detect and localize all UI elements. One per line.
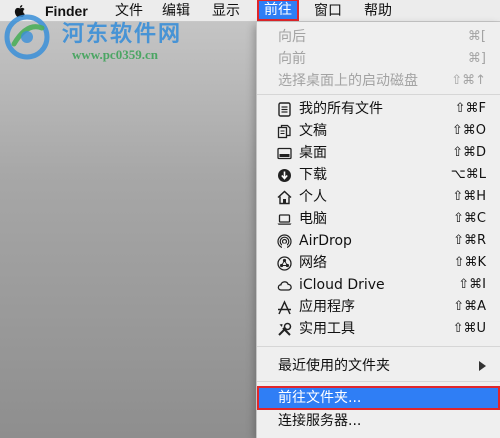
menu-item-shortcut: ⇧⌘O [451, 123, 486, 138]
menu-item-shortcut: ⇧⌘↑ [451, 73, 486, 88]
menu-item-back: 向后 ⌘[ [257, 26, 500, 48]
menu-item-label: iCloud Drive [299, 277, 385, 293]
menu-item-shortcut: ⇧⌘R [453, 233, 486, 248]
menu-item-documents[interactable]: 文稿 ⇧⌘O [257, 120, 500, 142]
watermark-logo-icon [4, 14, 50, 60]
menu-item-shortcut: ⇧⌘H [452, 189, 486, 204]
menu-item-recent-folders[interactable]: 最近使用的文件夹 [257, 355, 500, 377]
menu-item-label: 连接服务器... [278, 413, 362, 429]
menu-item-label: 个人 [299, 189, 327, 205]
menu-separator [257, 346, 500, 347]
menu-item-label: 向后 [278, 29, 306, 45]
menu-item-shortcut: ⌘] [467, 51, 486, 66]
menu-item-home[interactable]: 个人 ⇧⌘H [257, 186, 500, 208]
menu-separator [257, 381, 500, 382]
menu-item-shortcut: ⇧⌘C [453, 211, 486, 226]
menu-item-label: 向前 [278, 51, 306, 67]
menu-item-label: 最近使用的文件夹 [278, 358, 390, 374]
menu-item-label: 下载 [299, 167, 327, 183]
menu-item-shortcut: ⇧⌘U [452, 321, 486, 336]
menu-item-label: AirDrop [299, 233, 352, 249]
icloud-icon [277, 281, 292, 291]
watermark-url: www.pc0359.cn [72, 47, 158, 62]
menu-item-all-my-files[interactable]: 我的所有文件 ⇧⌘F [257, 98, 500, 120]
home-icon [277, 190, 292, 205]
menu-window[interactable]: 窗口 [314, 0, 342, 22]
watermark-title: 河东软件网 [62, 21, 183, 47]
documents-icon [277, 124, 291, 139]
airdrop-icon [277, 234, 292, 249]
menu-item-shortcut: ⇧⌘K [453, 255, 486, 270]
go-menu-dropdown: 向后 ⌘[ 向前 ⌘] 选择桌面上的启动磁盘 ⇧⌘↑ 我的所有文件 ⇧⌘F 文稿… [256, 22, 500, 438]
menu-item-shortcut: ⇧⌘F [454, 101, 486, 116]
menu-item-shortcut: ⇧⌘A [453, 299, 486, 314]
menu-item-label: 网络 [299, 255, 327, 271]
menu-item-label: 我的所有文件 [299, 101, 383, 117]
menu-help[interactable]: 帮助 [364, 0, 392, 22]
menu-item-downloads[interactable]: 下载 ⌥⌘L [257, 164, 500, 186]
menu-item-label: 电脑 [299, 211, 327, 227]
menu-item-airdrop[interactable]: AirDrop ⇧⌘R [257, 230, 500, 252]
menu-item-label: 实用工具 [299, 321, 355, 337]
menu-item-applications[interactable]: 应用程序 ⇧⌘A [257, 296, 500, 318]
submenu-arrow-icon [479, 361, 486, 371]
menu-item-network[interactable]: 网络 ⇧⌘K [257, 252, 500, 274]
menu-item-icloud-drive[interactable]: iCloud Drive ⇧⌘I [257, 274, 500, 296]
menu-item-shortcut: ⇧⌘D [452, 145, 486, 160]
utilities-icon [278, 322, 292, 336]
menu-item-startup-disk: 选择桌面上的启动磁盘 ⇧⌘↑ [257, 70, 500, 92]
downloads-icon [278, 169, 291, 182]
all-files-icon [278, 102, 291, 117]
menu-go[interactable]: 前往 [257, 0, 299, 21]
menu-item-computer[interactable]: 电脑 ⇧⌘C [257, 208, 500, 230]
menu-item-desktop[interactable]: 桌面 ⇧⌘D [257, 142, 500, 164]
menu-item-utilities[interactable]: 实用工具 ⇧⌘U [257, 318, 500, 340]
menu-separator [257, 94, 500, 95]
network-icon [277, 256, 292, 271]
menu-item-shortcut: ⌘[ [467, 29, 486, 44]
computer-icon [277, 214, 292, 225]
menu-item-label: 应用程序 [299, 299, 355, 315]
desktop-icon [277, 147, 292, 160]
menu-view[interactable]: 显示 [212, 0, 240, 22]
menu-item-label: 选择桌面上的启动磁盘 [278, 73, 418, 89]
menu-item-shortcut: ⌥⌘L [450, 167, 486, 182]
applications-icon [278, 300, 291, 315]
menu-item-connect-server[interactable]: 连接服务器... [257, 410, 500, 432]
menu-item-go-to-folder[interactable]: 前往文件夹... [257, 386, 500, 410]
menu-item-label: 桌面 [299, 145, 327, 161]
menu-item-shortcut: ⇧⌘I [458, 277, 486, 292]
menu-item-label: 文稿 [299, 123, 327, 139]
menu-item-forward: 向前 ⌘] [257, 48, 500, 70]
menu-item-label: 前往文件夹... [278, 390, 362, 406]
